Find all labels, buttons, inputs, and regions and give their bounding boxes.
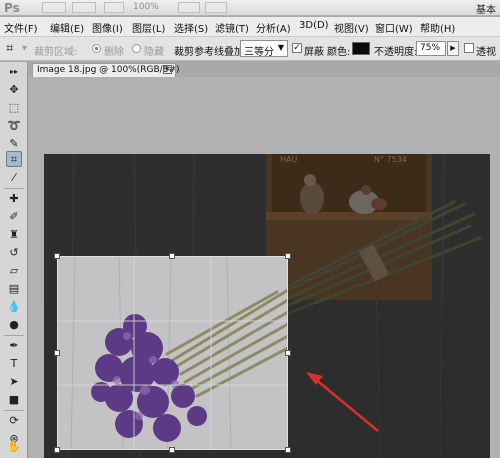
rectangle-tool-icon[interactable]: ■ (6, 392, 22, 408)
menu-analysis[interactable]: 分析(A) (256, 20, 291, 35)
menu-select[interactable]: 选择(S) (174, 20, 208, 35)
type-tool-icon[interactable]: T (6, 356, 22, 372)
pen-tool-icon[interactable]: ✒ (6, 338, 22, 354)
tool-separator (4, 335, 24, 336)
bridge-button[interactable] (42, 2, 66, 13)
menu-bar: 文件(F) 编辑(E) 图像(I) 图层(L) 选择(S) 滤镜(T) 分析(A… (0, 17, 500, 37)
crop-handle-top[interactable] (169, 253, 175, 259)
menu-file[interactable]: 文件(F) (4, 20, 38, 35)
crop-tool-preset-icon[interactable]: ⌗ (6, 41, 13, 56)
shield-checkbox[interactable]: ✓ (292, 43, 302, 53)
crop-guide-overlay-label: 裁剪参考线叠加: (174, 47, 248, 58)
hand-tool-icon[interactable]: ✋ (6, 440, 22, 454)
clone-stamp-tool-icon[interactable]: ♜ (6, 227, 22, 243)
crop-handle-top-left[interactable] (54, 253, 60, 259)
document-tab[interactable]: Image 18.jpg @ 100%(RGB/8#) ✕ (32, 63, 180, 77)
opacity-slider-toggle[interactable]: ▶ (447, 41, 459, 56)
shield-label: 屏蔽 (304, 47, 324, 58)
menu-3d[interactable]: 3D(D) (299, 20, 329, 31)
menu-filter[interactable]: 滤镜(T) (215, 20, 249, 35)
chevron-down-icon: ▼ (277, 43, 284, 52)
mini-bridge-button[interactable] (72, 2, 96, 13)
brush-tool-icon[interactable]: ✐ (6, 209, 22, 225)
healing-brush-tool-icon[interactable]: ✚ (6, 191, 22, 207)
crop-handle-left[interactable] (54, 350, 60, 356)
delete-radio[interactable] (92, 44, 101, 53)
shield-color-swatch[interactable] (352, 42, 370, 55)
opacity-label: 不透明度: (374, 47, 418, 58)
perspective-label: 透视 (476, 47, 496, 58)
blur-tool-icon[interactable]: 💧 (6, 299, 22, 315)
menu-help[interactable]: 帮助(H) (420, 20, 455, 35)
document-title: Image 18.jpg @ 100%(RGB/8#) (37, 65, 180, 75)
menu-window[interactable]: 窗口(W) (375, 20, 413, 35)
tools-panel: ▸▸ ✥ ⬚ ➰ ✎ ⌗ ⁄ ✚ ✐ ♜ ↺ ▱ ▤ 💧 ● ✒ T ➤ ■ ⟳… (0, 62, 28, 458)
photoshop-window: Ps 100% 基本功 文件(F) 编辑(E) 图像(I) 图层(L) 选择(S… (0, 0, 500, 458)
crop-handle-top-right[interactable] (285, 253, 291, 259)
arrange-documents-button[interactable] (178, 2, 200, 13)
quick-selection-tool-icon[interactable]: ✎ (6, 136, 22, 152)
menu-layer[interactable]: 图层(L) (132, 20, 165, 35)
opacity-input[interactable]: 75% (416, 41, 446, 56)
tool-separator (4, 188, 24, 189)
tool-separator (4, 410, 24, 411)
history-brush-tool-icon[interactable]: ↺ (6, 245, 22, 261)
color-label: 颜色: (327, 47, 351, 58)
photoshop-logo: Ps (4, 1, 20, 15)
crop-selection[interactable] (57, 256, 288, 450)
crop-handle-bottom-right[interactable] (285, 447, 291, 453)
crop-area-label: 裁剪区域: (34, 47, 78, 58)
hide-label: 隐藏 (144, 47, 164, 58)
screen-mode-button[interactable] (205, 2, 227, 13)
panel-collapse-icon[interactable]: ▸▸ (6, 64, 22, 80)
crop-guide-overlay-select[interactable]: 三等分 ▼ (240, 40, 288, 58)
view-extras-button[interactable] (104, 2, 124, 13)
perspective-checkbox[interactable] (464, 43, 474, 53)
application-bar: Ps 100% 基本功 (0, 0, 500, 31)
gradient-tool-icon[interactable]: ▤ (6, 281, 22, 297)
crop-preview-image (57, 256, 288, 450)
marquee-tool-icon[interactable]: ⬚ (6, 100, 22, 116)
dodge-tool-icon[interactable]: ● (6, 317, 22, 333)
menu-image[interactable]: 图像(I) (92, 20, 123, 35)
move-tool-icon[interactable]: ✥ (6, 82, 22, 98)
tool-preset-caret-icon[interactable]: ▾ (22, 43, 27, 54)
menu-edit[interactable]: 编辑(E) (50, 20, 84, 35)
crop-handle-bottom[interactable] (169, 447, 175, 453)
crop-handle-right[interactable] (285, 350, 291, 356)
zoom-level[interactable]: 100% (133, 2, 159, 12)
crop-handle-bottom-left[interactable] (54, 447, 60, 453)
eyedropper-tool-icon[interactable]: ⁄ (6, 170, 22, 186)
hide-radio[interactable] (132, 44, 141, 53)
path-selection-tool-icon[interactable]: ➤ (6, 374, 22, 390)
options-bar: ⌗ ▾ 裁剪区域: 删除 隐藏 裁剪参考线叠加: 三等分 ▼ ✓ 屏蔽 颜色: … (0, 37, 500, 61)
lasso-tool-icon[interactable]: ➰ (6, 118, 22, 134)
menu-view[interactable]: 视图(V) (334, 20, 369, 35)
3d-rotate-tool-icon[interactable]: ⟳ (6, 413, 22, 429)
crop-guide-overlay-value: 三等分 (244, 47, 274, 58)
eraser-tool-icon[interactable]: ▱ (6, 263, 22, 279)
close-icon[interactable]: ✕ (163, 65, 172, 74)
crop-tool-icon[interactable]: ⌗ (6, 151, 22, 167)
delete-label: 删除 (104, 47, 124, 58)
